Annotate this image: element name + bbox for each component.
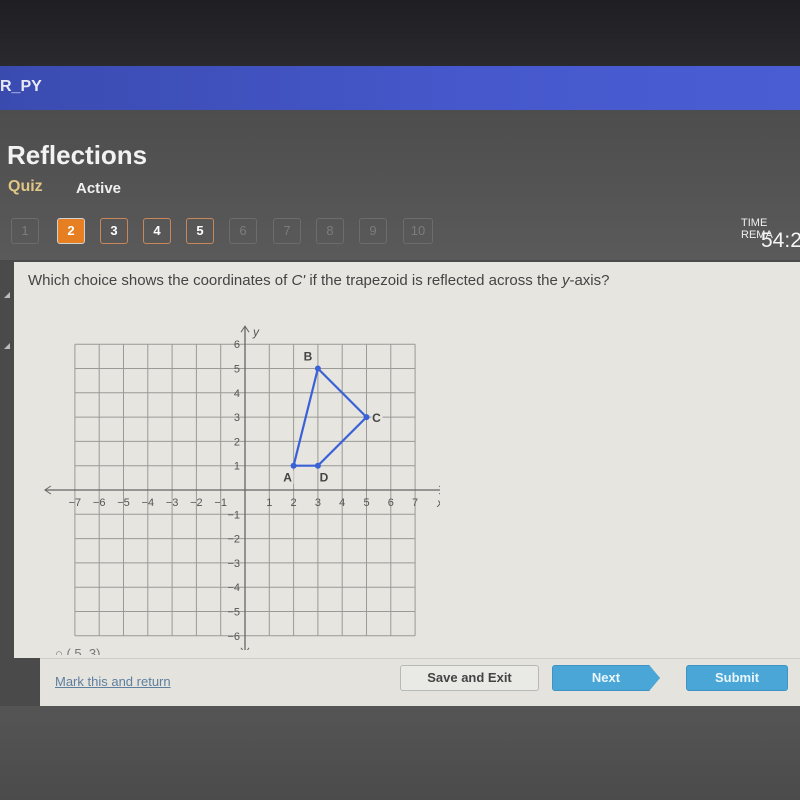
timer-value: 54:2 — [761, 229, 800, 252]
question-nav-4[interactable]: 4 — [143, 218, 171, 244]
question-nav-2[interactable]: 2 — [57, 218, 85, 244]
y-tick-label: −5 — [227, 607, 240, 619]
x-tick-label: −7 — [69, 497, 82, 509]
x-tick-label: −3 — [166, 497, 179, 509]
y-tick-label: −1 — [227, 509, 240, 521]
x-tick-label: −2 — [190, 497, 203, 509]
question-nav-10: 10 — [403, 218, 433, 244]
x-tick-label: −6 — [93, 497, 106, 509]
vertex-label-d: D — [320, 471, 329, 485]
activity-type: Quiz — [8, 178, 43, 195]
x-tick-label: 7 — [412, 497, 418, 509]
y-tick-label: 6 — [234, 339, 240, 351]
x-tick-label: −4 — [142, 497, 155, 509]
question-nav-1: 1 — [11, 218, 39, 244]
question-text: Which choice shows the coordinates of C'… — [28, 272, 610, 289]
y-tick-label: −2 — [227, 534, 240, 546]
question-nav-7: 7 — [273, 218, 301, 244]
question-nav-6: 6 — [229, 218, 257, 244]
vertex-point-c — [363, 414, 370, 421]
question-nav-9: 9 — [359, 218, 387, 244]
vertex-point-b — [314, 365, 321, 372]
vertex-point-a — [290, 462, 297, 469]
y-tick-label: 3 — [234, 412, 240, 424]
question-nav-5[interactable]: 5 — [186, 218, 214, 244]
next-button[interactable]: Next — [552, 665, 660, 691]
brand-bar: R_PY — [0, 66, 800, 110]
side-collapse-icon[interactable] — [4, 343, 10, 349]
y-tick-label: 5 — [234, 364, 240, 376]
x-tick-label: 3 — [315, 497, 321, 509]
submit-button[interactable]: Submit — [686, 665, 788, 691]
question-nav-8: 8 — [316, 218, 344, 244]
course-code: R_PY — [0, 78, 42, 95]
x-tick-label: 1 — [266, 497, 272, 509]
screen-bezel-bottom — [0, 706, 800, 800]
x-tick-label: 4 — [339, 497, 345, 509]
question-nav-3[interactable]: 3 — [100, 218, 128, 244]
screen-bezel-top — [0, 0, 800, 66]
vertex-label-b: B — [304, 350, 313, 364]
mark-and-return-link[interactable]: Mark this and return — [55, 674, 171, 689]
save-and-exit-button[interactable]: Save and Exit — [400, 665, 539, 691]
page-title: Reflections — [7, 140, 148, 170]
side-collapse-icon[interactable] — [4, 292, 10, 298]
x-tick-label: 6 — [388, 497, 394, 509]
x-tick-label: −5 — [117, 497, 130, 509]
y-tick-label: 2 — [234, 436, 240, 448]
vertex-label-c: C — [372, 411, 381, 425]
y-tick-label: −3 — [227, 558, 240, 570]
answer-choice-partial[interactable]: ○ ( 5, 3) — [55, 646, 100, 655]
y-axis-label: y — [252, 325, 260, 339]
status-badge: Active — [76, 180, 122, 197]
y-tick-label: −6 — [227, 631, 240, 643]
vertex-point-d — [314, 462, 321, 469]
x-tick-label: −1 — [214, 497, 227, 509]
x-tick-label: 5 — [363, 497, 369, 509]
x-axis-label: x — [436, 496, 440, 510]
x-tick-label: 2 — [291, 497, 297, 509]
y-tick-label: 4 — [234, 388, 240, 400]
vertex-label-a: A — [283, 471, 292, 485]
y-tick-label: −4 — [227, 582, 240, 594]
y-tick-label: 1 — [234, 461, 240, 473]
coordinate-graph: xy−7−6−5−4−3−2−11234567654321−1−2−3−4−5−… — [43, 325, 440, 650]
